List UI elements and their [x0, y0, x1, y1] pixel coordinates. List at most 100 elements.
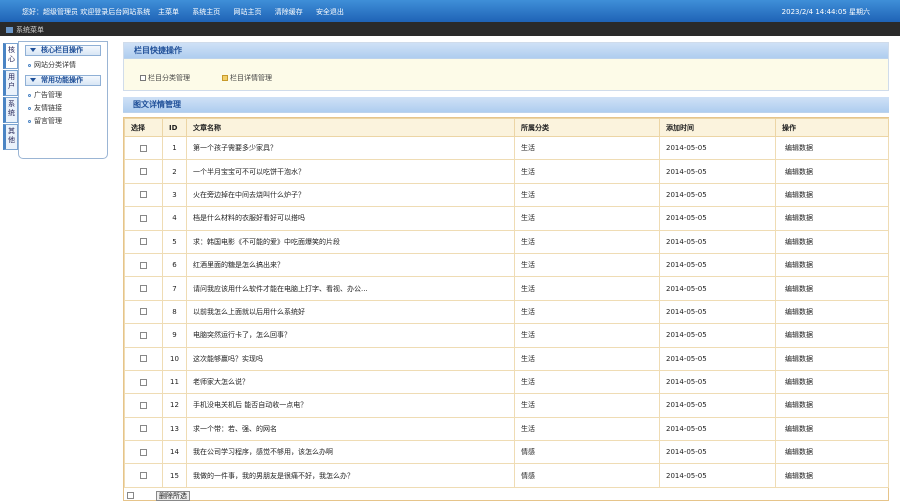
row-id: 13: [162, 416, 187, 442]
row-select-cell: [124, 135, 163, 161]
row-id: 15: [162, 463, 187, 488]
nav-logout[interactable]: 安全退出: [316, 8, 344, 16]
row-checkbox[interactable]: [140, 144, 147, 152]
row-article-name: 老师家大怎么说？: [186, 369, 515, 395]
row-checkbox[interactable]: [140, 191, 147, 199]
row-edit-link[interactable]: 编辑数据: [775, 299, 889, 325]
row-edit-link[interactable]: 编辑数据: [775, 416, 889, 442]
vtab-core[interactable]: 核 心: [3, 43, 18, 69]
row-edit-link[interactable]: 编辑数据: [775, 159, 889, 184]
row-edit-link[interactable]: 编辑数据: [775, 440, 889, 465]
table-row: 11 老师家大怎么说？ 生活 2014-05-05 编辑数据: [124, 369, 889, 395]
vtab-system[interactable]: 系 统: [3, 97, 18, 123]
row-checkbox[interactable]: [140, 401, 147, 409]
row-edit-link[interactable]: 编辑数据: [775, 463, 889, 488]
row-edit-link[interactable]: 编辑数据: [775, 393, 889, 418]
row-date: 2014-05-05: [659, 182, 776, 208]
top-nav: 主菜单 系统主页 网站主页 清除缓存 安全退出: [158, 7, 355, 17]
row-edit-link[interactable]: 编辑数据: [775, 206, 889, 231]
row-article-name: 求：韩国电影《不可能的爱》中吃面爆笑的片段: [186, 229, 515, 254]
table-row: 15 我做的一件事，我的男朋友是很痛不好，我怎么办？ 情感 2014-05-05 编辑数…: [124, 463, 889, 488]
articles-table-wrap: 选择 ID 文章名称 所属分类 添加时间 操作 1 第一个孩子需要多少家具？ 生活 2…: [123, 117, 889, 501]
side-menu: 核心栏目操作 网站分类详情 常用功能操作 广告管理 友情链接 留言管理: [18, 41, 108, 159]
nav-clear-cache[interactable]: 清除缓存: [275, 8, 303, 16]
quick-link-label: 栏目分类管理: [148, 74, 190, 82]
row-checkbox[interactable]: [140, 308, 147, 316]
row-article-name: 我做的一件事，我的男朋友是很痛不好，我怎么办？: [186, 463, 515, 488]
menu-strip: 系统菜单: [0, 22, 900, 36]
vtab-other[interactable]: 其 他: [3, 124, 18, 150]
row-edit-link[interactable]: 编辑数据: [775, 229, 889, 254]
row-id: 1: [162, 135, 187, 161]
row-select-cell: [124, 393, 163, 418]
row-category: 生活: [514, 229, 660, 254]
row-checkbox[interactable]: [140, 261, 147, 269]
nav-main-menu[interactable]: 主菜单: [158, 8, 179, 16]
row-edit-link[interactable]: 编辑数据: [775, 346, 889, 371]
row-id: 4: [162, 206, 187, 231]
menu-group-core[interactable]: 核心栏目操作: [25, 45, 101, 56]
row-edit-link[interactable]: 编辑数据: [775, 369, 889, 395]
row-edit-link[interactable]: 编辑数据: [775, 135, 889, 161]
row-id: 14: [162, 440, 187, 465]
quick-link-label: 栏目详情管理: [230, 74, 272, 82]
col-header-select: 选择: [124, 118, 163, 137]
menu-item-ads[interactable]: 广告管理: [28, 90, 107, 100]
row-article-name: 一个半月宝宝可不可以吃饼干泡水？: [186, 159, 515, 184]
row-id: 3: [162, 182, 187, 208]
vertical-tabs: 核 心 用 户 系 统 其 他: [3, 43, 18, 151]
row-category: 生活: [514, 252, 660, 278]
table-row: 9 电脑突然运行卡了，怎么回事？ 生活 2014-05-05 编辑数据: [124, 323, 889, 348]
row-date: 2014-05-05: [659, 463, 776, 488]
row-checkbox[interactable]: [140, 331, 147, 339]
row-edit-link[interactable]: 编辑数据: [775, 252, 889, 278]
row-category: 生活: [514, 299, 660, 325]
menu-item-label: 网站分类详情: [34, 61, 76, 69]
row-select-cell: [124, 440, 163, 465]
row-edit-link[interactable]: 编辑数据: [775, 276, 889, 301]
table-row: 3 火在旁边掉在中间去烧叫什么炉子？ 生活 2014-05-05 编辑数据: [124, 182, 889, 208]
row-article-name: 第一个孩子需要多少家具？: [186, 135, 515, 161]
bullet-icon: [28, 107, 31, 110]
quick-link-detail[interactable]: 栏目详情管理: [222, 73, 272, 83]
row-select-cell: [124, 299, 163, 325]
quick-actions-title: 栏目快捷操作: [124, 43, 888, 59]
menu-item-messages[interactable]: 留言管理: [28, 116, 107, 126]
table-row: 8 以前我怎么上面就以后用什么系统好 生活 2014-05-05 编辑数据: [124, 299, 889, 325]
row-category: 生活: [514, 159, 660, 184]
row-checkbox[interactable]: [140, 378, 147, 386]
delete-selected-button[interactable]: 删除所选: [156, 491, 190, 501]
strip-title: 系统菜单: [6, 25, 44, 35]
row-edit-link[interactable]: 编辑数据: [775, 182, 889, 208]
table-row: 10 这次能够赢吗？实现吗 生活 2014-05-05 编辑数据: [124, 346, 889, 371]
menu-group-core-label: 核心栏目操作: [41, 46, 83, 54]
row-date: 2014-05-05: [659, 416, 776, 442]
nav-system-home[interactable]: 系统主页: [192, 8, 220, 16]
menu-item-label: 留言管理: [34, 117, 62, 125]
menu-group-common[interactable]: 常用功能操作: [25, 75, 101, 86]
row-checkbox[interactable]: [140, 285, 147, 293]
table-header-row: 选择 ID 文章名称 所属分类 添加时间 操作: [124, 118, 889, 137]
menu-item-links[interactable]: 友情链接: [28, 103, 107, 113]
row-article-name: 手机没电关机后 能否自动收一点电？: [186, 393, 515, 418]
table-row: 6 红酒里面的糖是怎么搞出来？ 生活 2014-05-05 编辑数据: [124, 252, 889, 278]
row-date: 2014-05-05: [659, 369, 776, 395]
col-header-action: 操作: [775, 118, 889, 137]
row-select-cell: [124, 416, 163, 442]
row-checkbox[interactable]: [140, 168, 147, 176]
menu-item-site-category[interactable]: 网站分类详情: [28, 60, 107, 70]
row-checkbox[interactable]: [140, 238, 147, 246]
vtab-user[interactable]: 用 户: [3, 70, 18, 96]
nav-site-home[interactable]: 网站主页: [233, 8, 261, 16]
select-all-checkbox[interactable]: [127, 492, 134, 499]
row-checkbox[interactable]: [140, 355, 147, 363]
row-category: 生活: [514, 206, 660, 231]
row-article-name: 以前我怎么上面就以后用什么系统好: [186, 299, 515, 325]
quick-link-category[interactable]: 栏目分类管理: [140, 73, 190, 83]
row-checkbox[interactable]: [140, 448, 147, 456]
row-checkbox[interactable]: [140, 472, 147, 480]
row-category: 情感: [514, 463, 660, 488]
row-checkbox[interactable]: [140, 425, 147, 433]
row-edit-link[interactable]: 编辑数据: [775, 323, 889, 348]
row-checkbox[interactable]: [140, 214, 147, 222]
